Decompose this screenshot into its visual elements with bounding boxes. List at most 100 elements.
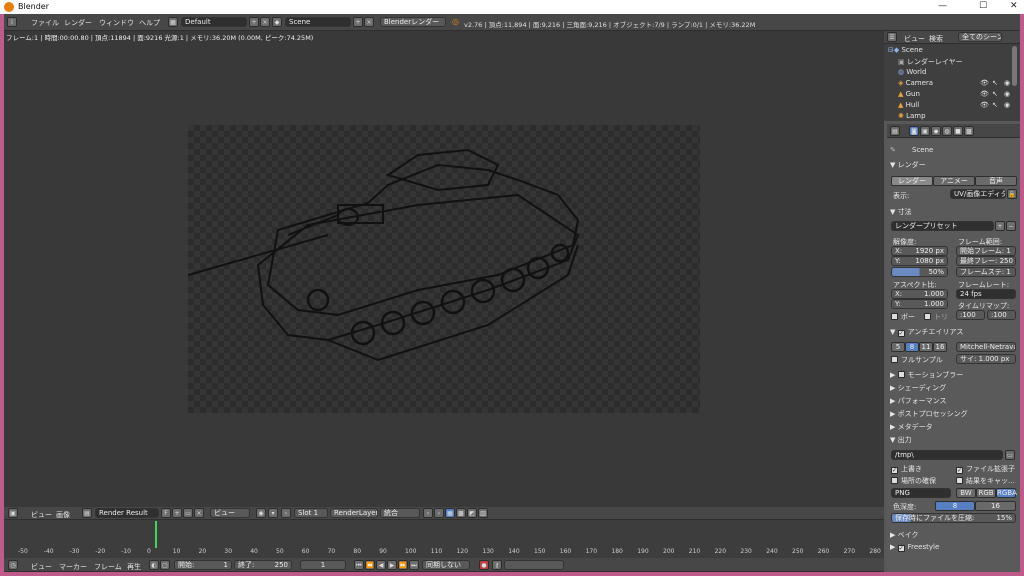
preset-remove-icon[interactable]: − [1006, 221, 1016, 231]
layout-remove-icon[interactable]: × [260, 17, 270, 27]
outliner-item-render-layers[interactable]: ▣ レンダーレイヤー [898, 57, 963, 67]
scene-add-icon[interactable]: + [353, 17, 363, 27]
pass-next-icon[interactable]: › [434, 508, 444, 518]
render-animation-button[interactable]: アニメー [933, 176, 975, 186]
pivot-icon[interactable]: ◉ [256, 508, 266, 518]
outliner-item-world[interactable]: ◍ World [898, 68, 926, 76]
render-tab-icon[interactable]: ◙ [909, 126, 919, 136]
outliner-menu-search[interactable]: 検索 [929, 34, 943, 44]
render-panel-header[interactable]: ▼ レンダー [890, 160, 926, 170]
jump-start-icon[interactable]: ⏮ [354, 560, 364, 570]
outliner-item-hull[interactable]: ▲ Hull [898, 101, 919, 109]
render-camera-icon[interactable]: ◉ [1004, 101, 1010, 109]
outliner-item-gun[interactable]: ▲ Gun [898, 90, 920, 98]
aa-filter-select[interactable]: Mitchell-Netravali [956, 342, 1016, 352]
timeline-menu-frame[interactable]: フレーム [94, 562, 122, 572]
aa-samples-11[interactable]: 11 [919, 342, 933, 352]
slot-prev-icon[interactable]: ‹ [281, 508, 291, 518]
visibility-eye-icon[interactable]: 👁 [980, 90, 989, 98]
outliner-item-camera[interactable]: ◈ Camera [898, 79, 933, 87]
render-camera-icon[interactable]: ◉ [1004, 90, 1010, 98]
layout-add-icon[interactable]: + [249, 17, 259, 27]
layout-icon[interactable]: ▦ [168, 17, 178, 27]
compression-slider[interactable]: 保存時にファイルを圧縮: 15% [891, 513, 1016, 523]
frame-rate-select[interactable]: 24 fps [956, 289, 1016, 299]
aa-samples-16[interactable]: 16 [933, 342, 947, 352]
outliner-item-lamp[interactable]: ✺ Lamp [898, 112, 926, 120]
aa-samples-8[interactable]: 8 [905, 342, 919, 352]
full-sample-checkbox[interactable]: フルサンプル [891, 355, 943, 365]
color-rgba-button[interactable]: RGBA [996, 488, 1017, 498]
scene-tab-icon[interactable]: ◆ [931, 126, 941, 136]
play-reverse-icon[interactable]: ◀ [376, 560, 386, 570]
end-frame-field[interactable]: 最終フレー: 250 [956, 256, 1016, 266]
close-button[interactable]: ✕ [1010, 1, 1018, 11]
filter-size-field[interactable]: サイ: 1.000 px [956, 354, 1016, 364]
end-frame-field[interactable]: 終了: 250 [234, 560, 292, 570]
freestyle-panel-header[interactable]: ▶ ✓ Freestyle [890, 543, 939, 552]
object-tab-icon[interactable]: ■ [953, 126, 963, 136]
overwrite-checkbox[interactable]: ✓ 上書き [891, 464, 922, 474]
jump-keyframe-forward-icon[interactable]: ⏩ [398, 560, 408, 570]
keying-set-field[interactable] [504, 560, 564, 570]
display-select[interactable]: UV/画像エディター [950, 189, 1006, 199]
border-checkbox[interactable]: ボー [891, 312, 915, 322]
image-browse-icon[interactable]: ▤ [82, 508, 92, 518]
maximize-button[interactable]: ☐ [979, 1, 987, 11]
render-image-button[interactable]: レンダー [891, 176, 933, 186]
fake-user-button[interactable]: F [161, 508, 171, 518]
slot-select[interactable]: Slot 1 [294, 508, 328, 518]
current-frame-field[interactable]: 1 [300, 560, 346, 570]
editor-type-icon[interactable]: ▣ [8, 508, 18, 518]
aspect-x-field[interactable]: X: 1.000 [891, 289, 948, 299]
menu-help[interactable]: ヘルプ [139, 18, 160, 28]
placeholders-checkbox[interactable]: 場所の確保 [891, 476, 936, 486]
jump-end-icon[interactable]: ⏭ [409, 560, 419, 570]
aspect-y-field[interactable]: Y: 1.000 [891, 299, 948, 309]
visibility-eye-icon[interactable]: 👁 [980, 79, 989, 87]
frame-step-field[interactable]: フレームステ: 1 [956, 267, 1016, 277]
motion-blur-panel-header[interactable]: ▶ モーションブラー [890, 370, 963, 380]
minimize-button[interactable]: — [938, 1, 947, 11]
start-frame-field[interactable]: 開始: 1 [174, 560, 232, 570]
render-layer-select[interactable]: RenderLayer [330, 508, 378, 518]
bake-panel-header[interactable]: ▶ ベイク [890, 530, 918, 540]
world-tab-icon[interactable]: ◍ [942, 126, 952, 136]
color-rgb-button[interactable]: RGB [976, 488, 996, 498]
scopes-icon[interactable]: ▥ [478, 508, 488, 518]
preview-range-icon[interactable]: ◐ [149, 560, 159, 570]
folder-icon[interactable]: ▭ [1005, 450, 1015, 460]
scene-remove-icon[interactable]: × [364, 17, 374, 27]
play-icon[interactable]: ▶ [387, 560, 397, 570]
render-camera-icon[interactable]: ◉ [1004, 79, 1010, 87]
texture-tab-icon[interactable]: ▩ [964, 126, 974, 136]
select-arrow-icon[interactable]: ↖ [992, 79, 998, 87]
layout-field[interactable]: Default [181, 17, 247, 27]
shading-panel-header[interactable]: ▶ シェーディング [890, 383, 946, 393]
menu-view[interactable]: ビュー [31, 510, 52, 520]
color-depth-8-button[interactable]: 8 [935, 501, 975, 511]
dimensions-panel-header[interactable]: ▼ 寸法 [890, 207, 912, 217]
lock-interface-icon[interactable]: 🔒 [1007, 189, 1017, 199]
output-panel-header[interactable]: ▼ 出力 [890, 435, 912, 445]
lock-icon[interactable]: ▢ [160, 560, 170, 570]
layers-tab-icon[interactable]: ▣ [920, 126, 930, 136]
image-open-icon[interactable]: ▭ [183, 508, 193, 518]
select-arrow-icon[interactable]: ↖ [992, 90, 998, 98]
render-preset-select[interactable]: レンダープリセット [891, 221, 994, 231]
file-extensions-checkbox[interactable]: ✓ ファイル拡張子 [956, 464, 1015, 474]
aa-samples-5[interactable]: 5 [891, 342, 905, 352]
timeline-menu-marker[interactable]: マーカー [59, 562, 87, 572]
menu-image[interactable]: 画像 [56, 510, 70, 520]
jump-keyframe-back-icon[interactable]: ⏪ [365, 560, 375, 570]
metadata-panel-header[interactable]: ▶ メタデータ [890, 422, 933, 432]
outliner-scrollbar[interactable] [1012, 46, 1017, 86]
menu-render[interactable]: レンダー [64, 18, 92, 28]
view-mode-select[interactable]: ビュー [210, 508, 250, 518]
snap-icon[interactable]: ▾ [268, 508, 278, 518]
sync-mode-select[interactable]: 同期しない [422, 560, 470, 570]
timeline-area[interactable] [4, 520, 884, 558]
outliner-filter-select[interactable]: 全てのシーン [958, 32, 1002, 42]
remap-new-field[interactable]: :100 [987, 310, 1016, 320]
resolution-y-field[interactable]: Y: 1080 px [891, 256, 948, 266]
